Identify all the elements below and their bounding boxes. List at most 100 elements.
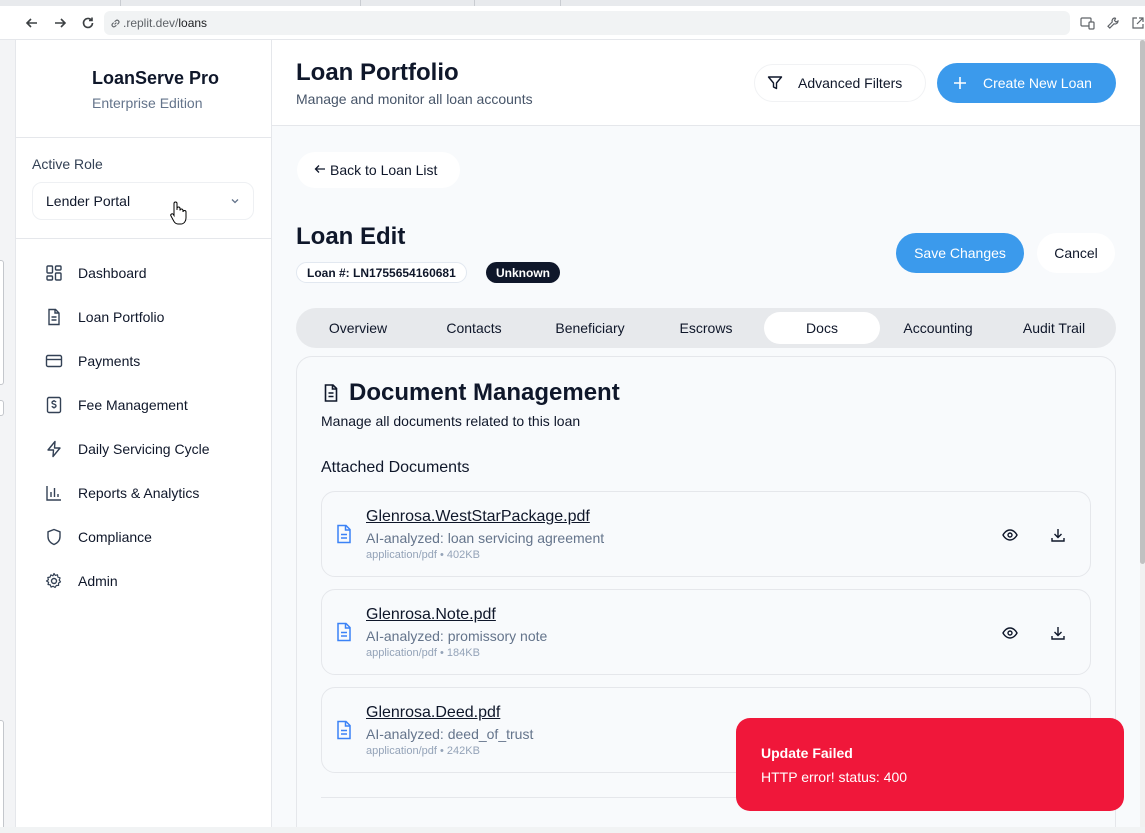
adjacent-panel [0,400,4,416]
filter-icon [767,75,783,91]
browser-toolbar: .replit.dev/loans [0,6,1145,40]
reload-icon[interactable] [77,12,99,34]
role-section: Active Role Lender Portal [16,138,272,239]
address-bar[interactable]: .replit.dev/loans [104,11,1070,35]
file-text-icon [335,622,353,642]
arrow-left-icon [314,162,326,178]
brand-edition: Enterprise Edition [92,95,203,111]
toast-title: Update Failed [761,745,853,761]
sidebar-item-label: Fee Management [78,397,188,413]
adjacent-panel [0,720,4,830]
document-name-link[interactable]: Glenrosa.WestStarPackage.pdf [366,508,590,526]
tab-contacts[interactable]: Contacts [416,312,532,344]
page-header: Loan Portfolio Manage and monitor all lo… [272,40,1145,126]
error-toast[interactable]: Update Failed HTTP error! status: 400 [736,718,1124,811]
adjacent-window-edge [0,40,16,833]
page-title: Loan Portfolio [296,59,459,86]
sidebar-item-label: Payments [78,353,141,369]
tab-escrows[interactable]: Escrows [648,312,764,344]
role-label: Active Role [32,156,103,172]
cancel-button[interactable]: Cancel [1037,233,1115,273]
sidebar-item-payments[interactable]: Payments [32,343,256,379]
adjacent-panel [0,260,4,385]
sidebar-item-label: Daily Servicing Cycle [78,441,210,457]
chevron-down-icon [229,194,241,210]
document-meta: application/pdf • 242KB [366,745,480,757]
document-icon [321,383,341,403]
tab-audit-trail[interactable]: Audit Trail [996,312,1112,344]
wrench-icon[interactable] [1104,14,1122,32]
dollar-receipt-icon [44,395,64,415]
shield-icon [44,527,64,547]
sidebar-item-compliance[interactable]: Compliance [32,519,256,555]
list-item: Glenrosa.Note.pdf AI-analyzed: promissor… [321,589,1091,675]
tab-docs[interactable]: Docs [764,312,880,344]
sidebar-item-label: Loan Portfolio [78,309,165,325]
eye-icon[interactable] [1000,623,1020,643]
role-select[interactable]: Lender Portal [32,182,254,220]
brand-block: LoanServe Pro Enterprise Edition [16,40,272,138]
loan-edit-title: Loan Edit [296,223,406,250]
document-name-link[interactable]: Glenrosa.Note.pdf [366,606,496,624]
tab-beneficiary[interactable]: Beneficiary [532,312,648,344]
url-host: .replit.dev/ [123,16,179,30]
sidebar-item-fee-management[interactable]: Fee Management [32,387,256,423]
eye-icon[interactable] [1000,525,1020,545]
document-management-subtitle: Manage all documents related to this loa… [321,413,581,429]
create-new-loan-button[interactable]: Create New Loan [937,63,1116,103]
page-subtitle: Manage and monitor all loan accounts [296,91,533,107]
sidebar-item-admin[interactable]: Admin [32,563,256,599]
back-label: Back to Loan List [330,162,438,178]
sidebar: LoanServe Pro Enterprise Edition Active … [16,40,272,833]
sidebar-item-label: Dashboard [78,265,147,281]
plus-icon [953,76,967,90]
advanced-filters-button[interactable]: Advanced Filters [754,64,926,102]
download-icon[interactable] [1048,623,1068,643]
file-text-icon [335,720,353,740]
sidebar-item-dashboard[interactable]: Dashboard [32,255,256,291]
sidebar-item-label: Admin [78,573,118,589]
create-new-loan-label: Create New Loan [983,75,1092,91]
gear-icon [44,571,64,591]
cast-icon[interactable] [1078,14,1096,32]
window-bottom-edge [0,827,1145,833]
tab-accounting[interactable]: Accounting [880,312,996,344]
list-item: Glenrosa.WestStarPackage.pdf AI-analyzed… [321,491,1091,577]
document-description: AI-analyzed: promissory note [366,628,548,644]
sidebar-item-reports-analytics[interactable]: Reports & Analytics [32,475,256,511]
document-name-link[interactable]: Glenrosa.Deed.pdf [366,704,500,722]
document-description: AI-analyzed: deed_of_trust [366,726,534,742]
sidebar-item-daily-servicing-cycle[interactable]: Daily Servicing Cycle [32,431,256,467]
credit-card-icon [44,351,64,371]
hand-cursor-icon [169,200,187,231]
role-select-value: Lender Portal [46,193,131,209]
sidebar-item-label: Compliance [78,529,152,545]
page-scrollbar[interactable] [1140,40,1145,833]
open-external-icon[interactable] [1129,14,1145,32]
bar-chart-icon [44,483,64,503]
dashboard-icon [44,263,64,283]
back-arrow-icon[interactable] [21,12,43,34]
document-meta: application/pdf • 184KB [366,647,480,659]
scrollbar-thumb[interactable] [1140,40,1145,564]
tab-overview[interactable]: Overview [300,312,416,344]
status-badge: Unknown [486,262,560,283]
document-description: AI-analyzed: loan servicing agreement [366,530,605,546]
document-management-heading: Document Management [349,379,620,406]
document-management-title: Document Management [321,379,620,407]
save-changes-button[interactable]: Save Changes [896,233,1024,273]
advanced-filters-label: Advanced Filters [798,75,903,91]
sidebar-item-label: Reports & Analytics [78,485,200,501]
attached-documents-label: Attached Documents [321,459,470,476]
lightning-icon [44,439,64,459]
toast-message: HTTP error! status: 400 [761,769,908,785]
document-icon [44,307,64,327]
forward-arrow-icon[interactable] [49,12,71,34]
sidebar-item-loan-portfolio[interactable]: Loan Portfolio [32,299,256,335]
url-path: loans [178,16,208,30]
download-icon[interactable] [1048,525,1068,545]
loan-number-badge: Loan #: LN1755654160681 [296,262,467,283]
file-text-icon [335,524,353,544]
back-to-loan-list-button[interactable]: Back to Loan List [297,152,460,188]
link-icon [110,18,121,29]
